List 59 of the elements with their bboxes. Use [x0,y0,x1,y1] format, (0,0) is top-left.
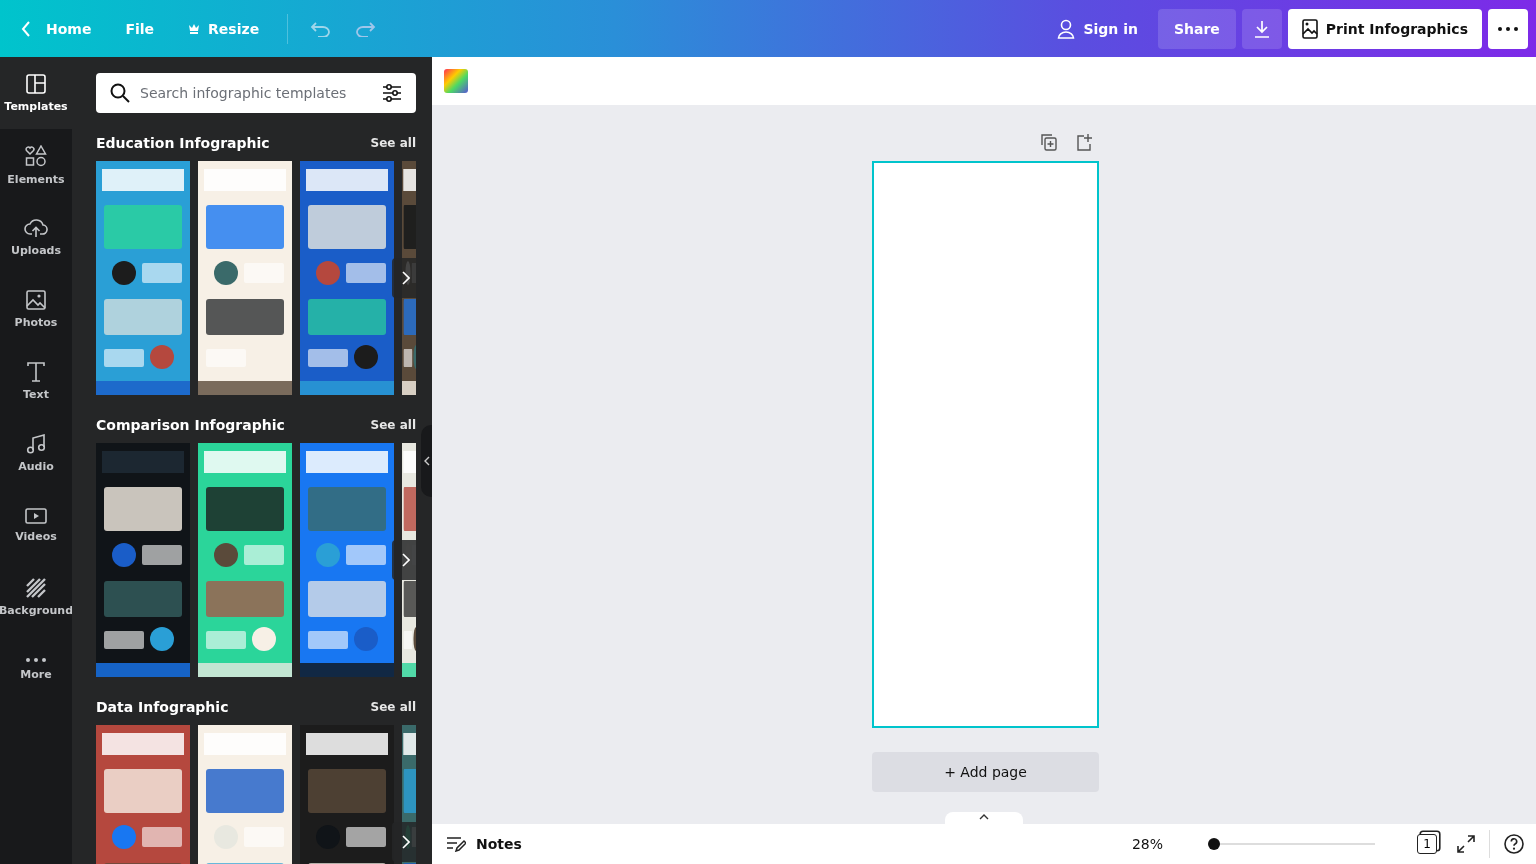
collapse-panel-button[interactable] [421,425,432,497]
notes-icon [446,836,466,852]
chevron-right-icon [402,553,410,567]
music-note-icon [26,433,46,454]
text-t-icon [27,361,45,382]
search-field[interactable]: Search infographic templates [96,73,416,113]
duplicate-page-icon[interactable] [1039,133,1057,151]
chevron-up-icon [979,814,989,820]
section-title: Education Infographic [96,135,270,151]
next-arrow-button[interactable] [392,540,416,580]
sidebar-tab[interactable]: Photos [0,273,72,345]
color-picker-icon[interactable] [444,69,468,93]
sidebar-tab[interactable]: Uploads [0,201,72,273]
see-all-link[interactable]: See all [370,700,416,714]
next-arrow-button[interactable] [392,822,416,862]
download-icon [1252,19,1271,38]
image-icon [1301,18,1318,39]
chevron-right-icon [402,835,410,849]
print-button[interactable]: Print Infographics [1287,8,1482,49]
image-icon [26,289,46,310]
download-button[interactable] [1241,8,1282,49]
section-title: Comparison Infographic [96,417,285,433]
sidebar-tab[interactable]: Audio [0,417,72,489]
sign-in-button[interactable]: Sign in [1043,8,1152,49]
layout-icon [26,73,46,94]
sidebar-tab[interactable]: Templates [0,57,72,129]
sidebar-tab[interactable]: Text [0,345,72,417]
zoom-slider-thumb[interactable] [1208,838,1220,850]
help-icon[interactable] [1504,834,1524,854]
notes-button[interactable]: Notes [446,836,522,852]
shapes-icon [25,144,47,167]
show-pages-button[interactable] [945,812,1023,824]
page-count-button[interactable]: 1 [1417,834,1437,854]
add-page-icon[interactable] [1075,133,1093,151]
filter-icon[interactable] [382,84,402,102]
search-icon [110,83,130,103]
user-icon [1057,18,1076,39]
see-all-link[interactable]: See all [370,418,416,432]
sidebar-tab[interactable]: More [0,633,72,705]
more-icon [26,657,46,662]
cloud-upload-icon [24,217,48,238]
video-icon [25,507,47,524]
sidebar-tab[interactable]: Background [0,561,72,633]
crown-icon [188,23,201,34]
fullscreen-icon[interactable] [1457,835,1475,853]
next-arrow-button[interactable] [392,258,416,298]
see-all-link[interactable]: See all [370,136,416,150]
add-page-button[interactable]: + Add page [872,752,1099,792]
section-title: Data Infographic [96,699,229,715]
chevron-right-icon [402,271,410,285]
stripes-icon [26,577,46,598]
more-button[interactable] [1488,8,1528,49]
zoom-percentage[interactable]: 28% [1131,836,1163,852]
share-button[interactable]: Share [1157,8,1236,49]
sidebar-tab[interactable]: Videos [0,489,72,561]
sidebar-tab[interactable]: Elements [0,129,72,201]
back-icon [20,19,32,38]
chevron-left-icon [424,456,430,466]
more-icon [1498,26,1518,31]
